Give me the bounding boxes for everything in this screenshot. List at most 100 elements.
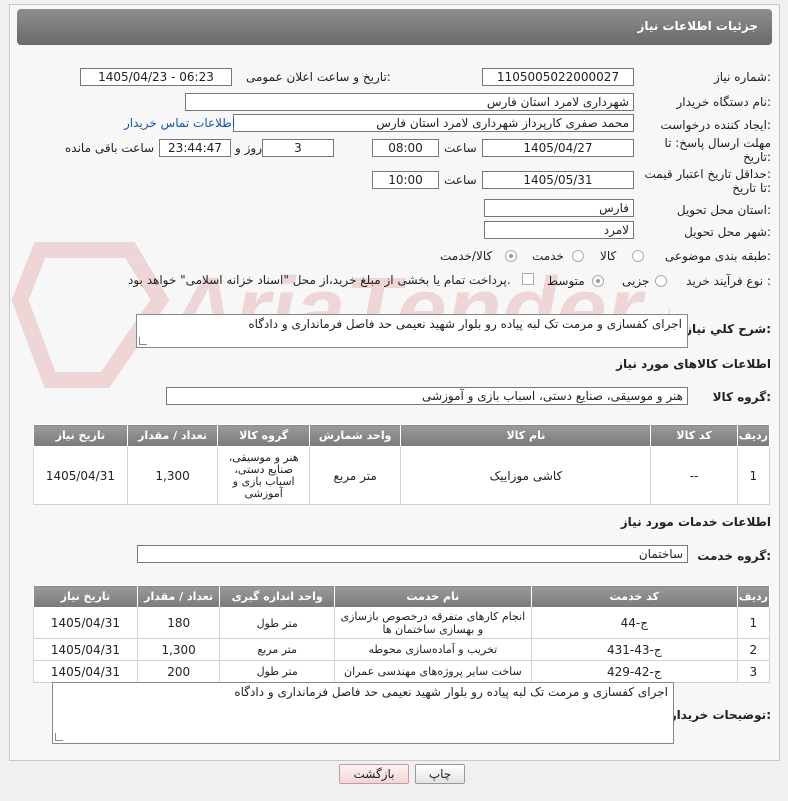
goods-cell-row: 1 [736, 446, 771, 505]
treasury-checkbox[interactable] [522, 273, 534, 285]
category-option-goods: کالا [600, 249, 617, 263]
process-option-medium: متوسط [547, 274, 585, 288]
deadline-time-label: ساعت [444, 141, 477, 155]
goods-cell-qty: 1,300 [126, 446, 219, 505]
services-col-unit: واحد اندازه گیری [219, 585, 335, 608]
process-option-minor: جزیی [622, 274, 650, 288]
title-bar: جزئیات اطلاعات نیاز [17, 9, 772, 45]
services-cell-date: 1405/04/31 [33, 660, 138, 683]
province-field[interactable]: فارس [484, 199, 634, 217]
category-label: طبقه بندی موضوعی: [664, 249, 771, 263]
services-col-name: نام خدمت [333, 585, 532, 608]
goods-col-unit: واحد شمارش [308, 424, 402, 447]
buyer-notes-textarea[interactable]: اجرای کفسازی و مرمت تک لبه پیاده رو بلوا… [52, 682, 674, 744]
category-radio-goods-service[interactable] [505, 250, 517, 262]
need-number-field[interactable]: 1105005022000027 [482, 68, 634, 86]
service-group-field[interactable]: ساختمان [137, 545, 688, 563]
resize-handle-icon[interactable] [55, 733, 63, 741]
services-table: تاریخ نیاز تعداد / مقدار واحد اندازه گیر… [33, 585, 771, 683]
deadline-date-field[interactable]: 1405/04/27 [482, 139, 634, 157]
goods-table: تاریخ نیاز تعداد / مقدار گروه کالا واحد … [33, 424, 771, 505]
goods-cell-code: -- [650, 446, 738, 505]
services-cell-row: 3 [736, 660, 771, 683]
goods-cell-date: 1405/04/31 [33, 446, 128, 505]
services-cell-date: 1405/04/31 [33, 607, 138, 639]
validity-time-field[interactable]: 10:00 [372, 171, 439, 189]
services-cell-code: ج-43-431 [530, 638, 738, 661]
description-text: اجرای کفسازی و مرمت تک لبه پیاده رو بلوا… [248, 317, 682, 331]
table-row[interactable]: 1405/04/31 180 متر طول انجام کارهای متفر… [33, 607, 771, 639]
announce-field[interactable]: 1405/04/23 - 06:23 [80, 68, 232, 86]
services-cell-code: ج-44 [530, 607, 738, 639]
services-table-header: تاریخ نیاز تعداد / مقدار واحد اندازه گیر… [33, 585, 771, 608]
validity-label-line1: حداقل تاریخ اعتبار قیمت: [644, 167, 771, 181]
process-radio-minor[interactable] [655, 275, 667, 287]
city-field[interactable]: لامرد [484, 221, 634, 239]
services-cell-date: 1405/04/31 [33, 638, 138, 661]
deadline-time-field[interactable]: 08:00 [372, 139, 439, 157]
goods-col-code: کد کالا [650, 424, 738, 447]
table-row[interactable]: 1405/04/31 1,300 هنر و موسیقی، صنایع دست… [33, 446, 771, 505]
services-col-qty: تعداد / مقدار [136, 585, 221, 608]
services-cell-name: تخریب و آماده‌سازی محوطه [333, 638, 532, 661]
goods-table-header: تاریخ نیاز تعداد / مقدار گروه کالا واحد … [33, 424, 771, 447]
description-textarea[interactable]: اجرای کفسازی و مرمت تک لبه پیاده رو بلوا… [136, 314, 688, 348]
services-cell-row: 1 [736, 607, 771, 639]
buyer-org-label: نام دستگاه خریدار: [676, 95, 772, 109]
remaining-time-field[interactable]: 23:44:47 [159, 139, 231, 157]
services-cell-row: 2 [736, 638, 771, 661]
process-radio-medium[interactable] [592, 275, 604, 287]
city-label: شهر محل تحویل: [684, 225, 771, 239]
creator-label: ایجاد کننده درخواست: [660, 118, 771, 132]
category-option-goods-service: کالا/خدمت [440, 249, 493, 263]
province-label: استان محل تحویل: [676, 203, 771, 217]
goods-col-group: گروه کالا [217, 424, 310, 447]
goods-section-title: اطلاعات کالاهای مورد نیاز [616, 357, 771, 371]
treasury-note: پرداخت تمام یا بخشی از مبلغ خرید،از محل … [128, 273, 511, 287]
goods-group-label: گروه کالا: [712, 390, 771, 404]
page-title: جزئیات اطلاعات نیاز [637, 19, 758, 33]
buyer-notes-text: اجرای کفسازی و مرمت تک لبه پیاده رو بلوا… [234, 685, 668, 699]
category-radio-service[interactable] [572, 250, 584, 262]
goods-col-date: تاریخ نیاز [33, 424, 128, 447]
table-row[interactable]: 1405/04/31 1,300 متر مربع تخریب و آماده‌… [33, 638, 771, 661]
validity-label-line2: تا تاریخ: [732, 181, 771, 195]
services-cell-code: ج-42-429 [530, 660, 738, 683]
services-cell-unit: متر طول [219, 660, 335, 683]
back-button[interactable]: بازگشت [339, 764, 409, 784]
deadline-label-line2: تاریخ: [743, 150, 771, 164]
process-label: نوع فرآیند خرید : [686, 274, 771, 288]
announce-label: تاریخ و ساعت اعلان عمومی: [246, 70, 391, 84]
validity-date-field[interactable]: 1405/05/31 [482, 171, 634, 189]
goods-cell-unit: متر مربع [308, 446, 402, 505]
days-field[interactable]: 3 [262, 139, 334, 157]
days-label: روز و [235, 141, 262, 155]
goods-group-field[interactable]: هنر و موسیقی، صنایع دستی، اسباب بازی و آ… [166, 387, 688, 405]
services-cell-name: انجام کارهای متفرقه درخصوص بازسازی و بهس… [333, 607, 532, 639]
services-cell-qty: 1,300 [136, 638, 221, 661]
services-cell-qty: 200 [136, 660, 221, 683]
services-cell-unit: متر طول [219, 607, 335, 639]
services-col-code: کد خدمت [530, 585, 738, 608]
remaining-label: ساعت باقی مانده [65, 141, 155, 155]
description-label: شرح کلي نياز: [685, 322, 771, 336]
services-col-date: تاریخ نیاز [33, 585, 138, 608]
buyer-org-field[interactable]: شهرداری لامرد استان فارس [185, 93, 634, 111]
goods-cell-name: کاشی موزاییک [400, 446, 652, 505]
goods-col-row: ردیف [736, 424, 771, 447]
category-option-service: خدمت [532, 249, 564, 263]
category-radio-goods[interactable] [632, 250, 644, 262]
validity-time-label: ساعت [444, 173, 477, 187]
deadline-label-line1: مهلت ارسال پاسخ: تا [664, 136, 771, 150]
table-row[interactable]: 1405/04/31 200 متر طول ساخت سایر پروژه‌ه… [33, 660, 771, 683]
goods-col-name: نام کالا [400, 424, 652, 447]
services-cell-name: ساخت سایر پروژه‌های مهندسی عمران [333, 660, 532, 683]
resize-handle-icon[interactable] [139, 337, 147, 345]
print-button[interactable]: چاپ [415, 764, 465, 784]
services-cell-unit: متر مربع [219, 638, 335, 661]
services-col-row: ردیف [736, 585, 771, 608]
services-cell-qty: 180 [136, 607, 221, 639]
goods-cell-group: هنر و موسیقی، صنایع دستی، اسباب بازی و آ… [217, 446, 310, 505]
contact-buyer-link[interactable]: اطلاعات تماس خریدار [124, 116, 235, 130]
creator-field[interactable]: محمد صفری کارپرداز شهرداری لامرد استان ف… [233, 114, 634, 132]
